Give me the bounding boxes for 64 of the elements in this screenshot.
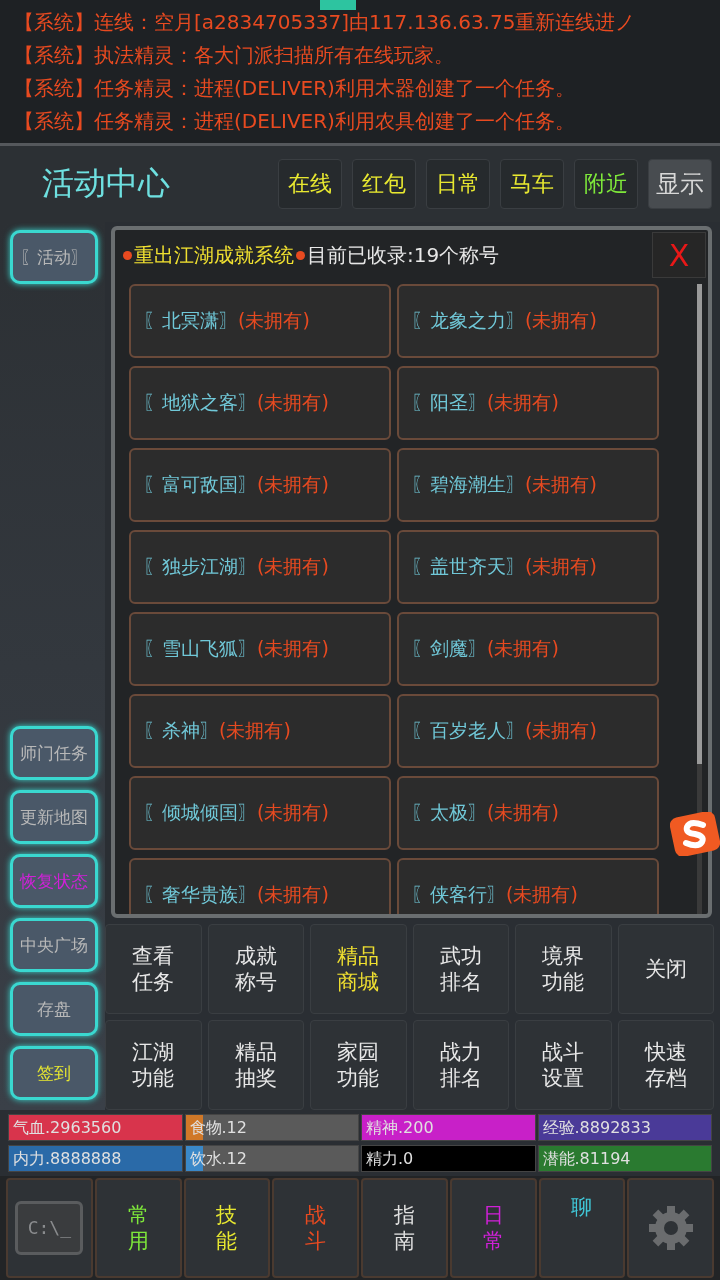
function-button[interactable]: 武功排名 (412, 924, 509, 1014)
side-button[interactable]: 师门任务 (10, 726, 98, 780)
function-button[interactable]: 成就称号 (207, 924, 304, 1014)
title-card[interactable]: 〖碧海潮生〗(未拥有) (397, 448, 659, 522)
function-button[interactable]: 战斗设置 (515, 1020, 612, 1110)
function-button[interactable]: 家园功能 (310, 1020, 407, 1110)
system-message: 【系统】连线：空月[a2834705337]由117.136.63.75重新连线进ノ (14, 9, 637, 36)
tab[interactable]: 红包 (352, 159, 416, 209)
title-card[interactable]: 〖杀神〗(未拥有) (129, 694, 391, 768)
function-button[interactable]: 江湖功能 (105, 1020, 202, 1110)
system-message: 【系统】任务精灵：进程(DELIVER)利用木器创建了一个任务。 (14, 75, 576, 102)
nav-button[interactable]: 聊 (538, 1178, 626, 1278)
title-card[interactable]: 〖龙象之力〗(未拥有) (397, 284, 659, 358)
title-card[interactable]: 〖盖世齐天〗(未拥有) (397, 530, 659, 604)
terminal-icon: C:\_ (15, 1201, 84, 1255)
function-button[interactable]: 精品商城 (310, 924, 407, 1014)
nav-button[interactable]: 技能 (183, 1178, 271, 1278)
show-button[interactable]: 显示 (648, 159, 712, 209)
drag-handle[interactable] (320, 0, 356, 10)
title-card[interactable]: 〖奢华贵族〗(未拥有) (129, 858, 391, 914)
nav-button[interactable]: 常用 (94, 1178, 182, 1278)
title-card[interactable]: 〖剑魔〗(未拥有) (397, 612, 659, 686)
side-button[interactable]: 签到 (10, 1046, 98, 1100)
title-card[interactable]: 〖阳圣〗(未拥有) (397, 366, 659, 440)
tab[interactable]: 日常 (426, 159, 490, 209)
function-button[interactable]: 关闭 (617, 924, 714, 1014)
tab[interactable]: 附近 (574, 159, 638, 209)
tab[interactable]: 在线 (278, 159, 342, 209)
title-card[interactable]: 〖倾城倾国〗(未拥有) (129, 776, 391, 850)
stat-label: 精力.0 (365, 1149, 414, 1168)
function-button[interactable]: 查看任务 (105, 924, 202, 1014)
title-card[interactable]: 〖雪山飞狐〗(未拥有) (129, 612, 391, 686)
stat-label: 潜能.81194 (541, 1149, 631, 1168)
side-button[interactable]: 〖活动〗 (10, 230, 98, 284)
function-button[interactable]: 快速存档 (617, 1020, 714, 1110)
title-card[interactable]: 〖富可敌国〗(未拥有) (129, 448, 391, 522)
stat-label: 气血.2963560 (12, 1118, 122, 1137)
system-message: 【系统】执法精灵：各大门派扫描所有在线玩家。 (14, 42, 455, 69)
bullet-icon (296, 250, 305, 260)
tab[interactable]: 马车 (500, 159, 564, 209)
nav-button[interactable]: 指南 (361, 1178, 448, 1278)
stat-label: 内力.8888888 (12, 1149, 122, 1168)
title-card[interactable]: 〖北冥潇〗(未拥有) (129, 284, 391, 358)
function-button[interactable]: 境界功能 (515, 924, 612, 1014)
function-button[interactable]: 精品抽奖 (207, 1020, 304, 1110)
stat-label: 经验.8892833 (541, 1118, 651, 1137)
title-card[interactable]: 〖独步江湖〗(未拥有) (129, 530, 391, 604)
sogou-s-icon[interactable] (670, 812, 720, 856)
function-button[interactable]: 战力排名 (412, 1020, 509, 1110)
title-card[interactable]: 〖太极〗(未拥有) (397, 776, 659, 850)
title-card[interactable]: 〖百岁老人〗(未拥有) (397, 694, 659, 768)
panel-title: 重出江湖成就系统 (134, 241, 294, 269)
title-card[interactable]: 〖侠客行〗(未拥有) (397, 858, 659, 914)
bullet-icon (123, 250, 132, 260)
side-button[interactable]: 更新地图 (10, 790, 98, 844)
title-count: 目前已收录:19个称号 (307, 241, 500, 269)
title-card[interactable]: 〖地狱之客〗(未拥有) (129, 366, 391, 440)
stat-label: 精神.200 (365, 1118, 434, 1137)
page-title: 活动中心 (42, 163, 171, 204)
system-message: 【系统】任务精灵：进程(DELIVER)利用农具创建了一个任务。 (14, 108, 576, 135)
settings-button[interactable] (627, 1178, 714, 1278)
side-button[interactable]: 存盘 (10, 982, 98, 1036)
side-button[interactable]: 中央广场 (10, 918, 98, 972)
scrollbar[interactable] (697, 284, 702, 914)
